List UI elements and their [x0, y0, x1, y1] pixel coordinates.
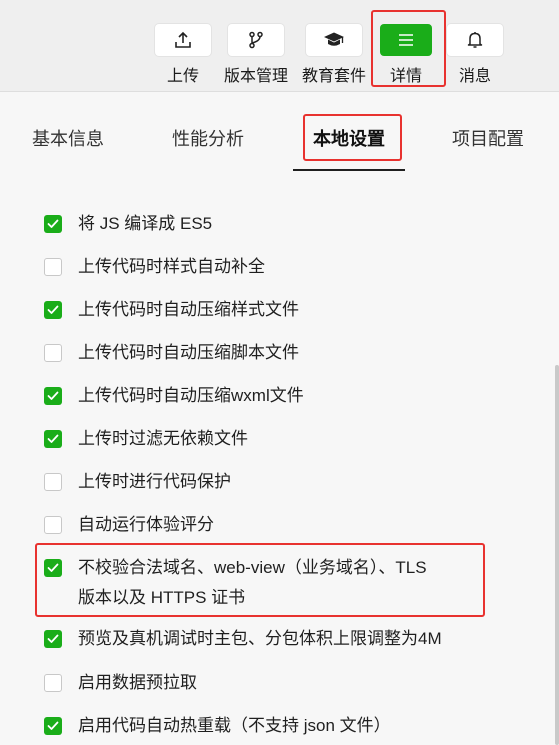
checkmark-icon	[47, 391, 59, 400]
option-label: 将 JS 编译成 ES5	[78, 214, 213, 233]
checkbox[interactable]	[44, 516, 62, 534]
option-label: 上传代码时自动压缩样式文件	[78, 300, 299, 319]
settings-tabs: 基本信息 性能分析 本地设置 项目配置	[0, 93, 559, 173]
option-data-prefetch[interactable]: 启用数据预拉取	[44, 672, 197, 694]
option-auto-audit[interactable]: 自动运行体验评分	[44, 514, 214, 536]
checkmark-icon	[47, 219, 59, 228]
version-management-button[interactable]	[228, 24, 284, 56]
option-style-autoprefix[interactable]: 上传代码时样式自动补全	[44, 256, 265, 278]
checkbox[interactable]	[44, 630, 62, 648]
scrollbar-thumb[interactable]	[555, 365, 559, 745]
version-management-label: 版本管理	[224, 68, 289, 85]
graduation-cap-icon	[324, 32, 344, 46]
toolbar-details[interactable]: 详情	[380, 0, 432, 92]
checkmark-icon	[47, 634, 59, 643]
option-raise-size-limit[interactable]: 预览及真机调试时主包、分包体积上限调整为4M	[44, 628, 442, 650]
option-skip-domain-check[interactable]: 不校验合法域名、web-view（业务域名）、TLS 版本以及 HTTPS 证书	[44, 557, 427, 613]
checkbox[interactable]	[44, 258, 62, 276]
option-filter-unused-files[interactable]: 上传时过滤无依赖文件	[44, 428, 248, 450]
option-label: 自动运行体验评分	[78, 515, 214, 534]
branch-icon	[249, 31, 263, 49]
option-label-line2: 版本以及 HTTPS 证书	[78, 588, 246, 607]
option-compile-es5[interactable]: 将 JS 编译成 ES5	[44, 213, 212, 235]
option-label: 预览及真机调试时主包、分包体积上限调整为4M	[78, 629, 442, 648]
messages-label: 消息	[458, 68, 491, 85]
tab-basic-info[interactable]: 基本信息	[32, 125, 104, 151]
checkmark-icon	[47, 721, 59, 730]
checkbox[interactable]	[44, 717, 62, 735]
option-label: 不校验合法域名、web-view（业务域名）、TLS 版本以及 HTTPS 证书	[78, 553, 427, 613]
option-code-protection[interactable]: 上传时进行代码保护	[44, 471, 231, 493]
toolbar-version-management[interactable]: 版本管理	[224, 0, 288, 92]
toolbar-messages[interactable]: 消息	[447, 0, 503, 92]
tab-project-config[interactable]: 项目配置	[452, 125, 524, 151]
option-minify-script[interactable]: 上传代码时自动压缩脚本文件	[44, 342, 299, 364]
checkmark-icon	[47, 434, 59, 443]
option-label: 启用代码自动热重载（不支持 json 文件）	[78, 716, 391, 735]
upload-button[interactable]	[155, 24, 211, 56]
option-label: 上传时过滤无依赖文件	[78, 429, 248, 448]
checkbox[interactable]	[44, 674, 62, 692]
bell-icon	[467, 32, 483, 48]
checkmark-icon	[47, 563, 59, 572]
toolbar-upload[interactable]: 上传	[155, 0, 211, 92]
checkbox[interactable]	[44, 430, 62, 448]
option-label: 启用数据预拉取	[78, 673, 197, 692]
education-suite-label: 教育套件	[302, 68, 367, 85]
tab-performance[interactable]: 性能分析	[172, 125, 244, 151]
checkbox[interactable]	[44, 215, 62, 233]
toolbar-education-suite[interactable]: 教育套件	[302, 0, 366, 92]
top-toolbar: 上传 版本管理 教育套件 详情 消息	[0, 0, 559, 92]
messages-button[interactable]	[447, 24, 503, 56]
checkbox[interactable]	[44, 387, 62, 405]
checkmark-icon	[47, 305, 59, 314]
checkbox[interactable]	[44, 344, 62, 362]
details-button[interactable]	[380, 24, 432, 56]
tab-local-settings[interactable]: 本地设置	[313, 125, 385, 151]
option-minify-wxml[interactable]: 上传代码时自动压缩wxml文件	[44, 385, 304, 407]
option-label: 上传代码时自动压缩脚本文件	[78, 343, 299, 362]
details-label: 详情	[389, 68, 422, 85]
option-label: 上传时进行代码保护	[78, 472, 231, 491]
option-minify-style[interactable]: 上传代码时自动压缩样式文件	[44, 299, 299, 321]
option-hot-reload[interactable]: 启用代码自动热重载（不支持 json 文件）	[44, 715, 391, 737]
option-label-line1: 不校验合法域名、web-view（业务域名）、TLS	[78, 558, 427, 577]
checkbox[interactable]	[44, 301, 62, 319]
upload-label: 上传	[166, 68, 199, 85]
option-label: 上传代码时样式自动补全	[78, 257, 265, 276]
checkbox[interactable]	[44, 473, 62, 491]
menu-icon	[399, 34, 413, 46]
upload-icon	[175, 31, 191, 48]
active-tab-indicator	[293, 169, 405, 171]
checkbox[interactable]	[44, 559, 62, 577]
option-label: 上传代码时自动压缩wxml文件	[78, 386, 304, 405]
education-suite-button[interactable]	[306, 24, 362, 56]
